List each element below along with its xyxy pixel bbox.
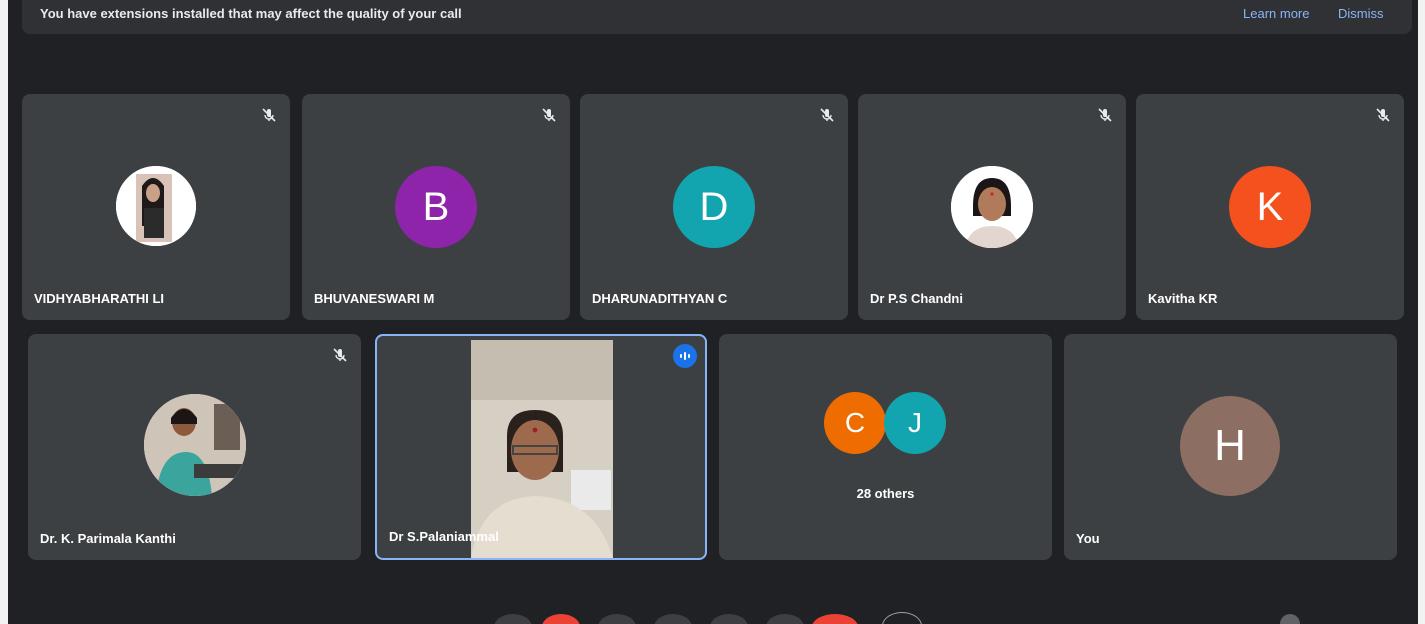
mic-off-icon[interactable] (818, 106, 836, 124)
present-button[interactable] (710, 614, 748, 624)
speaking-indicator-icon (673, 344, 697, 368)
profile-photo-image (951, 166, 1033, 248)
mic-off-icon[interactable] (331, 346, 349, 364)
participant-tile-self[interactable]: H You (1064, 334, 1397, 560)
mic-off-icon[interactable] (260, 106, 278, 124)
people-count-button[interactable] (1280, 614, 1300, 624)
self-initial-avatar: H (1180, 396, 1280, 496)
mic-off-icon[interactable] (1096, 106, 1114, 124)
participant-tile-bhuvaneswari[interactable]: B BHUVANESWARI M (302, 94, 570, 320)
participant-photo-avatar (116, 166, 196, 246)
participant-initial-avatar: K (1229, 166, 1311, 248)
profile-photo-image (144, 394, 246, 496)
info-button[interactable] (882, 612, 922, 624)
video-feed-image (471, 340, 613, 558)
participant-tile-parimala[interactable]: Dr. K. Parimala Kanthi (28, 334, 361, 560)
captions-button[interactable] (654, 614, 692, 624)
participant-tile-others[interactable]: C J 28 others (719, 334, 1052, 560)
learn-more-link[interactable]: Learn more (1243, 6, 1309, 21)
participant-initial-avatar: B (395, 166, 477, 248)
participant-name: BHUVANESWARI M (314, 291, 435, 306)
banner-message: You have extensions installed that may a… (40, 6, 462, 21)
others-avatar-j: J (884, 392, 946, 454)
mic-off-icon[interactable] (1374, 106, 1392, 124)
profile-photo-image (116, 166, 196, 246)
mic-off-icon[interactable] (540, 106, 558, 124)
participant-name: Kavitha KR (1148, 291, 1218, 306)
participant-name: Dr. K. Parimala Kanthi (40, 531, 176, 546)
participant-tile-kavitha[interactable]: K Kavitha KR (1136, 94, 1404, 320)
others-avatar-c: C (824, 392, 886, 454)
participant-tile-chandni[interactable]: Dr P.S Chandni (858, 94, 1126, 320)
participant-tile-dharunadithyan[interactable]: D DHARUNADITHYAN C (580, 94, 848, 320)
extension-warning-banner: You have extensions installed that may a… (22, 0, 1412, 34)
participant-name: You (1076, 531, 1100, 546)
meeting-app: You have extensions installed that may a… (8, 0, 1418, 624)
participant-name: DHARUNADITHYAN C (592, 291, 728, 306)
call-controls-bar (8, 612, 1418, 624)
participant-tile-palaniammal-active[interactable]: Dr S.Palaniammal (375, 334, 707, 560)
dismiss-button[interactable]: Dismiss (1338, 6, 1384, 21)
others-count-label: 28 others (856, 486, 915, 501)
leave-call-button[interactable] (812, 614, 858, 624)
more-options-button[interactable] (766, 614, 804, 624)
control-button[interactable] (494, 614, 532, 624)
participant-tile-vidhyabharathi[interactable]: VIDHYABHARATHI LI (22, 94, 290, 320)
participant-name: Dr S.Palaniammal (389, 529, 499, 544)
mic-toggle-button[interactable] (542, 614, 580, 624)
camera-toggle-button[interactable] (598, 614, 636, 624)
participant-photo-avatar (951, 166, 1033, 248)
participant-name: Dr P.S Chandni (870, 291, 963, 306)
participant-initial-avatar: D (673, 166, 755, 248)
participant-video (471, 340, 613, 558)
participant-photo-avatar (144, 394, 246, 496)
participant-name: VIDHYABHARATHI LI (34, 291, 165, 306)
